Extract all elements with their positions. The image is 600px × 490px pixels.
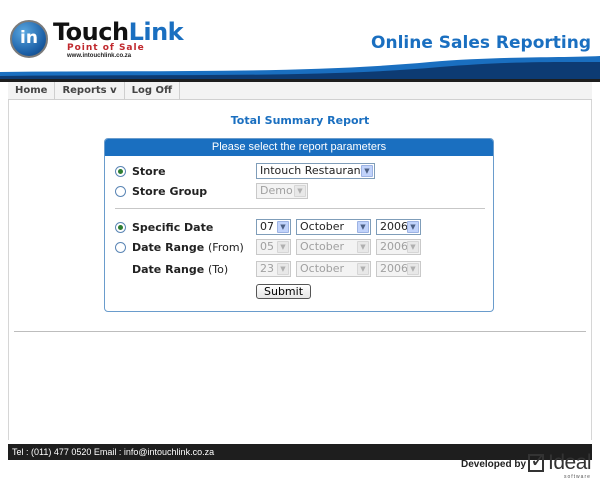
- submit-button[interactable]: Submit: [256, 284, 312, 299]
- to-day-value: 23: [260, 262, 274, 275]
- date-range-from-sub: (From): [208, 241, 244, 254]
- date-range-from-label: Date Range (From): [132, 241, 244, 254]
- divider: [115, 208, 485, 209]
- date-range-to-label-text: Date Range: [132, 263, 205, 276]
- to-day-select[interactable]: 23 ▼: [256, 261, 291, 277]
- specific-date-label: Specific Date: [132, 221, 214, 234]
- chevron-down-icon: ▼: [357, 263, 369, 275]
- menu-item-log-off[interactable]: Log Off: [125, 82, 181, 100]
- panel-heading: Please select the report parameters: [105, 139, 493, 156]
- logo-wordmark: TouchLink: [53, 18, 184, 46]
- date-range-radio[interactable]: [115, 242, 126, 253]
- menu-bar: Home Reports v Log Off: [8, 82, 592, 100]
- specific-month-value: October: [300, 220, 345, 233]
- menu-item-home[interactable]: Home: [8, 82, 56, 100]
- logo-word-link: Link: [128, 18, 184, 46]
- date-range-from-row: Date Range (From) 05 ▼ October ▼ 2006 ▼: [115, 239, 485, 257]
- specific-date-row: Specific Date 07 ▼ October ▼ 2006 ▼: [115, 219, 485, 237]
- store-group-select-value: Demo: [260, 184, 293, 197]
- from-year-select[interactable]: 2006 ▼: [376, 239, 421, 255]
- from-year-value: 2006: [380, 240, 408, 253]
- store-select[interactable]: Intouch Restaurant ▼: [256, 163, 375, 179]
- specific-day-select[interactable]: 07 ▼: [256, 219, 291, 235]
- chevron-down-icon: ▼: [277, 221, 289, 233]
- specific-year-value: 2006: [380, 220, 408, 233]
- date-range-to-label: Date Range (To): [132, 263, 228, 276]
- chevron-down-icon: ▼: [357, 241, 369, 253]
- logo-url: www.intouchlink.co.za: [67, 53, 132, 59]
- specific-date-radio[interactable]: [115, 222, 126, 233]
- logo-badge: in: [20, 28, 38, 48]
- store-row: Store Intouch Restaurant ▼: [115, 163, 485, 181]
- store-group-radio[interactable]: [115, 186, 126, 197]
- menu-item-reports[interactable]: Reports v: [55, 82, 125, 100]
- chevron-down-icon: ▼: [357, 221, 369, 233]
- from-day-select[interactable]: 05 ▼: [256, 239, 291, 255]
- date-range-from-label-text: Date Range: [132, 241, 205, 254]
- specific-month-select[interactable]: October ▼: [296, 219, 371, 235]
- chevron-down-icon: ▼: [277, 263, 289, 275]
- chevron-down-icon: ▼: [407, 263, 419, 275]
- content-divider: [14, 331, 586, 332]
- page-title: Total Summary Report: [230, 114, 370, 127]
- app-title: Online Sales Reporting: [371, 33, 591, 53]
- store-radio[interactable]: [115, 166, 126, 177]
- to-year-select[interactable]: 2006 ▼: [376, 261, 421, 277]
- store-label: Store: [132, 165, 166, 178]
- ideal-subtitle: software: [564, 474, 591, 480]
- page-header: in TouchLink Point of Sale www.intouchli…: [0, 0, 600, 82]
- from-month-value: October: [300, 240, 345, 253]
- specific-year-select[interactable]: 2006 ▼: [376, 219, 421, 235]
- to-year-value: 2006: [380, 262, 408, 275]
- ideal-wordmark: Ideal: [548, 451, 592, 474]
- chevron-down-icon: ▼: [361, 165, 373, 177]
- chevron-down-icon: ▼: [407, 241, 419, 253]
- logo-tagline: Point of Sale: [67, 43, 145, 53]
- chevron-down-icon: ▼: [277, 241, 289, 253]
- chevron-down-icon: ▼: [407, 221, 419, 233]
- touchlink-logo-icon: in: [10, 20, 48, 58]
- date-range-to-sub: (To): [208, 263, 229, 276]
- specific-day-value: 07: [260, 220, 274, 233]
- store-group-label: Store Group: [132, 185, 208, 198]
- store-group-row: Store Group Demo ▼: [115, 183, 485, 201]
- store-group-select[interactable]: Demo ▼: [256, 183, 308, 199]
- chevron-down-icon: ▼: [294, 185, 306, 197]
- from-month-select[interactable]: October ▼: [296, 239, 371, 255]
- report-parameters-panel: Please select the report parameters Stor…: [104, 138, 494, 312]
- footer-contact-bar: Tel : (011) 477 0520 Email : info@intouc…: [8, 444, 592, 460]
- from-day-value: 05: [260, 240, 274, 253]
- logo-word-touch: Touch: [53, 18, 129, 46]
- to-month-value: October: [300, 262, 345, 275]
- checkmark-icon: ✓: [530, 450, 547, 472]
- date-range-to-row: Date Range (To) 23 ▼ October ▼ 2006 ▼: [115, 261, 485, 279]
- developed-by-label: Developed by: [461, 459, 527, 470]
- to-month-select[interactable]: October ▼: [296, 261, 371, 277]
- store-select-value: Intouch Restaurant: [260, 164, 365, 177]
